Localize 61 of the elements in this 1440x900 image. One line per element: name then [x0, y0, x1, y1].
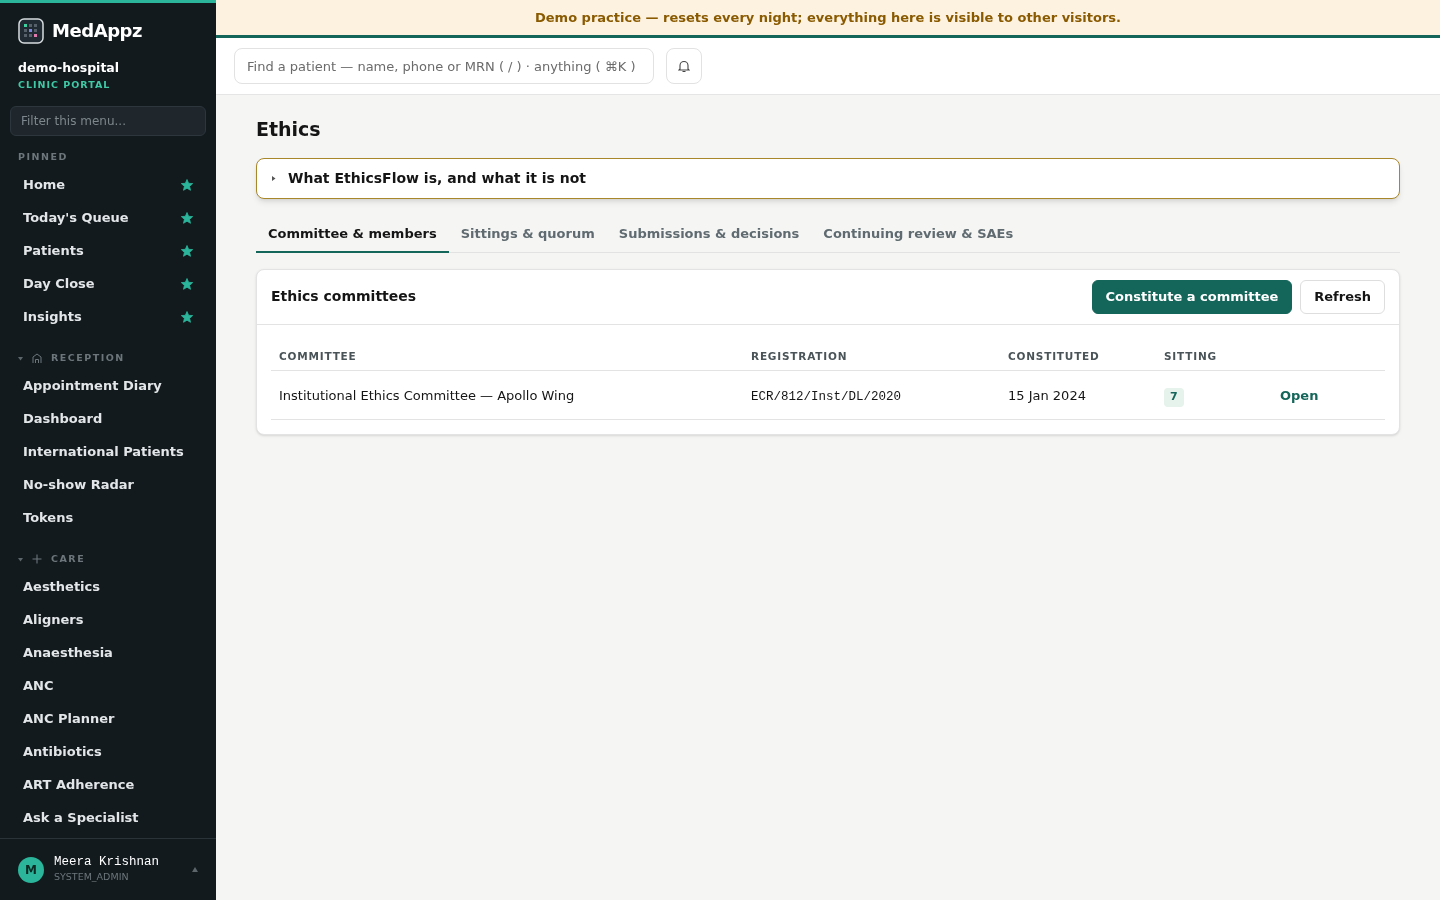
- star-icon[interactable]: [181, 244, 193, 257]
- column-header: SITTING: [1164, 350, 1217, 363]
- notification-button[interactable]: [666, 48, 702, 84]
- sidebar-item[interactable]: Antibiotics: [10, 735, 206, 769]
- sidebar-item[interactable]: Today's Queue: [10, 201, 206, 235]
- open-link[interactable]: Open: [1280, 388, 1319, 403]
- sidebar-item[interactable]: Appointment Diary: [10, 369, 206, 403]
- card-title: Ethics committees: [271, 287, 418, 306]
- organization-name: demo-hospital: [17, 59, 121, 77]
- caret-icon[interactable]: [18, 355, 23, 361]
- star-icon[interactable]: [181, 277, 193, 290]
- star-icon[interactable]: [181, 178, 193, 191]
- search-field[interactable]: Find a patient — name, phone or MRN ( / ) · anything ( ⌘K ): [234, 48, 654, 84]
- filter-field[interactable]: Filter this menu...: [10, 106, 206, 136]
- sidebar-item[interactable]: Aesthetics: [10, 570, 206, 604]
- table-cell: Institutional Ethics Committee — Apollo Wing: [279, 388, 575, 403]
- table-cell: 15 Jan 2024: [1008, 388, 1086, 403]
- tab[interactable]: Sittings & quorum: [448, 216, 607, 253]
- sidebar-item[interactable]: International Patients: [10, 435, 206, 469]
- sidebar-item[interactable]: Ask a Specialist: [10, 801, 206, 835]
- bell-icon: [678, 59, 690, 73]
- section-heading: CARE: [51, 552, 86, 567]
- star-icon[interactable]: [181, 310, 193, 323]
- sidebar-item[interactable]: ANC: [10, 669, 206, 703]
- sidebar-item[interactable]: ART Adherence: [10, 768, 206, 802]
- sidebar-item[interactable]: Dashboard: [10, 402, 206, 436]
- demo-banner: Demo practice — resets every night; everything here is visible to other visitors.: [216, 0, 1440, 38]
- sidebar-item[interactable]: Home: [10, 168, 206, 202]
- user-avatar: M: [18, 856, 44, 883]
- column-header: REGISTRATION: [751, 350, 848, 363]
- tab[interactable]: Committee & members: [256, 216, 449, 253]
- sidebar-item[interactable]: Insights: [10, 300, 206, 334]
- plus-icon: [31, 553, 43, 566]
- user-name: Meera Krishnan: [54, 854, 161, 870]
- sidebar-item[interactable]: No-show Radar: [10, 468, 206, 502]
- table-cell: ECR/812/Inst/DL/2020: [751, 390, 902, 404]
- info-disclosure[interactable]: What EthicsFlow is, and what it is not: [256, 157, 1400, 199]
- page-title: Ethics: [256, 117, 322, 142]
- sidebar-item[interactable]: Tokens: [10, 501, 206, 535]
- caret-icon[interactable]: [18, 556, 23, 562]
- sidebar-item[interactable]: Day Close: [10, 267, 206, 301]
- section-heading: PINNED: [17, 150, 69, 164]
- column-header: CONSTITUTED: [1008, 350, 1100, 363]
- refresh-button[interactable]: Refresh: [1300, 279, 1385, 314]
- sidebar-item[interactable]: Aligners: [10, 603, 206, 637]
- portal-label: CLINIC PORTAL: [17, 77, 112, 92]
- logo-icon: [18, 17, 44, 44]
- sidebar-item[interactable]: ANC Planner: [10, 702, 206, 736]
- tab[interactable]: Submissions & decisions: [606, 216, 812, 253]
- caret-icon[interactable]: [192, 867, 198, 872]
- column-header: COMMITTEE: [279, 350, 357, 363]
- user-role: SYSTEM_ADMIN: [54, 869, 130, 884]
- count-badge: 7: [1164, 388, 1184, 407]
- sidebar-item[interactable]: Patients: [10, 234, 206, 268]
- tab[interactable]: Continuing review & SAEs: [811, 216, 1026, 253]
- section-heading: RECEPTION: [51, 351, 125, 366]
- brand-name: MedAppz: [52, 19, 143, 43]
- create-committee-button[interactable]: Constitute a committee: [1091, 279, 1293, 314]
- sidebar-item[interactable]: Anaesthesia: [10, 636, 206, 670]
- house-icon: [31, 352, 43, 365]
- star-icon[interactable]: [181, 211, 193, 224]
